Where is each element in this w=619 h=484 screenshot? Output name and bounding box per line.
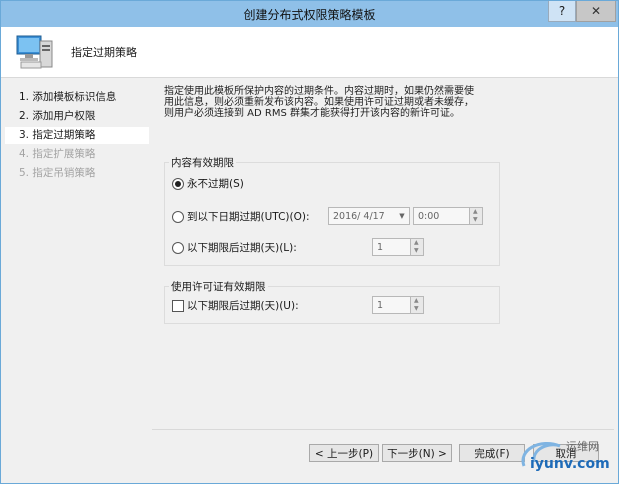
days-spinner[interactable]: ▲ ▼ [410,238,424,256]
arrow-down-icon[interactable]: ▼ [414,305,419,312]
expire-on-date-label[interactable]: 到以下日期过期(UTC)(O): [187,209,310,224]
arrow-down-icon[interactable]: ▼ [414,247,419,254]
license-days-value: 1 [377,300,384,311]
step-item-rights[interactable]: 2. 添加用户权限 [5,108,149,125]
help-button[interactable]: ? [548,1,576,22]
computer-icon [16,35,53,69]
footer-divider [152,429,614,430]
never-expire-radio[interactable] [172,178,184,190]
group-title: 内容有效期限 [169,155,236,170]
time-value: 0:00 [418,211,440,222]
step-item-identity[interactable]: 1. 添加模板标识信息 [5,89,149,106]
days-value: 1 [377,242,384,253]
license-expire-checkbox[interactable] [172,300,184,312]
date-value: 2016/ 4/17 [333,211,385,222]
never-expire-label[interactable]: 永不过期(S) [187,176,244,191]
license-expiration-group: 使用许可证有效期限 以下期限后过期(天)(U): 1 ▲ ▼ [164,279,500,324]
license-expire-label[interactable]: 以下期限后过期(天)(U): [187,298,299,313]
dialog-window: 创建分布式权限策略模板 ? ✕ 指定过期策略 1. 添加模板标识信息 2. 添加… [0,0,619,484]
watermark-brand: iyunv.com [530,456,610,472]
wizard-steps: 1. 添加模板标识信息 2. 添加用户权限 3. 指定过期策略 4. 指定扩展策… [3,83,149,473]
step-item-expiration[interactable]: 3. 指定过期策略 [5,127,149,144]
next-button[interactable]: 下一步(N) > [382,444,452,462]
watermark-cn: 运维网 [566,440,599,453]
wizard-header: 指定过期策略 [1,27,618,78]
step-item-revocation: 5. 指定吊销策略 [19,167,96,179]
close-button[interactable]: ✕ [576,1,616,22]
chevron-down-icon[interactable]: ▼ [395,208,409,224]
expire-after-days-radio[interactable] [172,242,184,254]
content-expiration-group: 内容有效期限 永不过期(S) 到以下日期过期(UTC)(O): 2016/ 4/… [164,155,500,266]
arrow-down-icon[interactable]: ▼ [473,216,478,223]
arrow-up-icon[interactable]: ▲ [414,297,419,304]
step-item-extended: 4. 指定扩展策略 [19,148,96,160]
expire-after-days-label[interactable]: 以下期限后过期(天)(L): [187,240,297,255]
group-title: 使用许可证有效期限 [169,279,268,294]
arrow-up-icon[interactable]: ▲ [414,239,419,246]
time-spinner[interactable]: ▲ ▼ [469,207,483,225]
page-title: 指定过期策略 [71,46,137,59]
main-panel: 指定使用此模板所保护内容的过期条件。内容过期时，如果仍然需要使用此信息，则必须重… [152,78,613,428]
description-text: 指定使用此模板所保护内容的过期条件。内容过期时，如果仍然需要使用此信息，则必须重… [164,86,474,119]
window-title: 创建分布式权限策略模板 [243,8,376,22]
watermark-logo: 运维网 iyunv.com [512,432,616,480]
title-bar[interactable]: 创建分布式权限策略模板 ? ✕ [1,1,618,27]
license-days-spinner[interactable]: ▲ ▼ [410,296,424,314]
back-button[interactable]: < 上一步(P) [309,444,379,462]
arrow-up-icon[interactable]: ▲ [473,208,478,215]
expire-on-date-radio[interactable] [172,211,184,223]
